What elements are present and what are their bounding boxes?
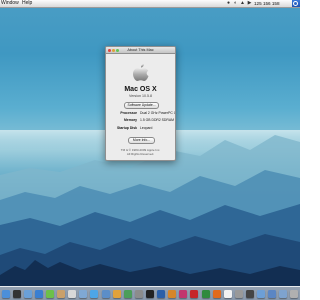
- memory-label: Memory: [123, 118, 137, 122]
- memory-value: 1.5 GB DDR2 SDRAM: [140, 118, 174, 122]
- time-machine-tray-icon[interactable]: ◐: [233, 1, 238, 6]
- calculator-icon[interactable]: [234, 290, 243, 298]
- firefox-icon[interactable]: [212, 290, 221, 298]
- illustrator-icon[interactable]: [168, 290, 177, 298]
- wifi-icon[interactable]: ▲: [240, 1, 245, 6]
- trash-icon[interactable]: [290, 290, 299, 298]
- indesign-icon[interactable]: [179, 290, 188, 298]
- more-info-button[interactable]: More Info...: [128, 137, 155, 144]
- dashboard-icon[interactable]: [12, 290, 21, 298]
- activity-monitor-icon[interactable]: [246, 290, 254, 298]
- time-machine-icon[interactable]: [123, 290, 132, 298]
- processor-label: Processor: [120, 111, 137, 115]
- mail-icon[interactable]: [23, 290, 32, 298]
- textedit-icon[interactable]: [223, 290, 232, 298]
- os-version: Version 10.5.8: [129, 94, 152, 98]
- software-update-button[interactable]: Software Update...: [124, 102, 159, 109]
- about-this-mac-window: About This Mac Mac OS X Version 10.5.8 S…: [105, 46, 176, 161]
- system-preferences-icon[interactable]: [134, 290, 143, 298]
- startup-disk-value: Leopard: [140, 126, 153, 130]
- processor-value: Dual 2 GHz PowerPC G5: [140, 111, 176, 115]
- dock: [0, 286, 300, 300]
- terminal-icon[interactable]: [146, 290, 154, 298]
- menu-window[interactable]: Window: [1, 0, 19, 7]
- dreamweaver-icon[interactable]: [201, 290, 210, 298]
- startup-disk-label: Startup Disk: [117, 126, 137, 130]
- apple-logo-icon: [133, 64, 149, 81]
- safari-icon[interactable]: [34, 290, 43, 298]
- iphoto-icon[interactable]: [101, 290, 110, 298]
- desktop: Window Help ● ◐ ▲ ▶ 125 156 158 About Th…: [0, 0, 300, 300]
- garageband-icon[interactable]: [112, 290, 121, 298]
- photoshop-icon[interactable]: [157, 290, 166, 298]
- preview-icon[interactable]: [79, 290, 88, 298]
- finder-icon[interactable]: [1, 290, 10, 298]
- itunes-icon[interactable]: [90, 290, 99, 298]
- menu-help[interactable]: Help: [22, 0, 32, 7]
- ical-icon[interactable]: [68, 290, 77, 298]
- applications-icon[interactable]: [268, 290, 277, 298]
- flash-icon[interactable]: [190, 290, 199, 298]
- spotlight-icon[interactable]: [292, 0, 300, 7]
- bluetooth-icon[interactable]: ●: [226, 1, 231, 6]
- menu-bar: Window Help ● ◐ ▲ ▶ 125 156 158: [0, 0, 300, 8]
- documents-icon[interactable]: [279, 290, 288, 298]
- window-titlebar[interactable]: About This Mac: [106, 47, 175, 54]
- rights-text: All Rights Reserved.: [126, 152, 155, 156]
- volume-icon[interactable]: ▶: [247, 1, 252, 6]
- os-name: Mac OS X: [124, 86, 157, 93]
- downloads-icon[interactable]: [257, 290, 266, 298]
- address-book-icon[interactable]: [57, 290, 66, 298]
- menu-clock[interactable]: 125 156 158: [254, 0, 280, 7]
- window-title: About This Mac: [127, 48, 154, 52]
- ichat-icon[interactable]: [46, 290, 54, 298]
